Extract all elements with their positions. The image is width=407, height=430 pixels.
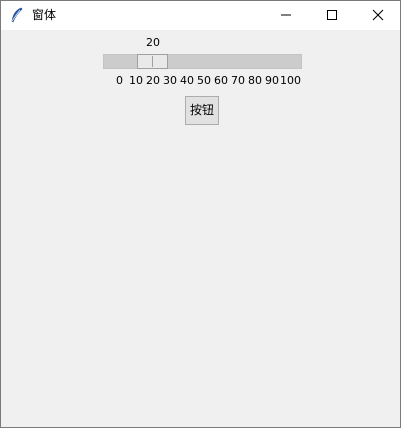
minimize-icon (280, 6, 292, 25)
scale-tick-label: 50 (197, 74, 211, 87)
scale-tick-label: 0 (116, 74, 123, 87)
scale-trough[interactable] (103, 54, 302, 69)
scale-tick-label: 40 (180, 74, 194, 87)
scale-tick-label: 60 (214, 74, 228, 87)
scale-tick-label: 10 (129, 74, 143, 87)
scale-tick-label: 90 (265, 74, 279, 87)
scale-slider-handle[interactable] (137, 54, 168, 69)
scale-tick-label: 70 (231, 74, 245, 87)
feather-icon (10, 7, 24, 23)
app-window: 窗体 20 0 10 20 30 40 50 60 70 80 90 100 按钮 (0, 0, 401, 428)
scale-tick-label: 100 (280, 74, 301, 87)
close-button[interactable] (355, 1, 401, 30)
scale-tick-label: 20 (146, 74, 160, 87)
scale-tick-label: 80 (248, 74, 262, 87)
scale-tick-label: 30 (163, 74, 177, 87)
maximize-icon (326, 6, 338, 25)
background-edge (401, 0, 407, 430)
minimize-button[interactable] (263, 1, 309, 30)
window-title: 窗体 (32, 8, 57, 22)
scale-value-label: 20 (146, 36, 160, 49)
maximize-button[interactable] (309, 1, 355, 30)
action-button[interactable]: 按钮 (185, 96, 219, 125)
close-icon (372, 6, 384, 25)
title-bar[interactable]: 窗体 (1, 1, 400, 30)
